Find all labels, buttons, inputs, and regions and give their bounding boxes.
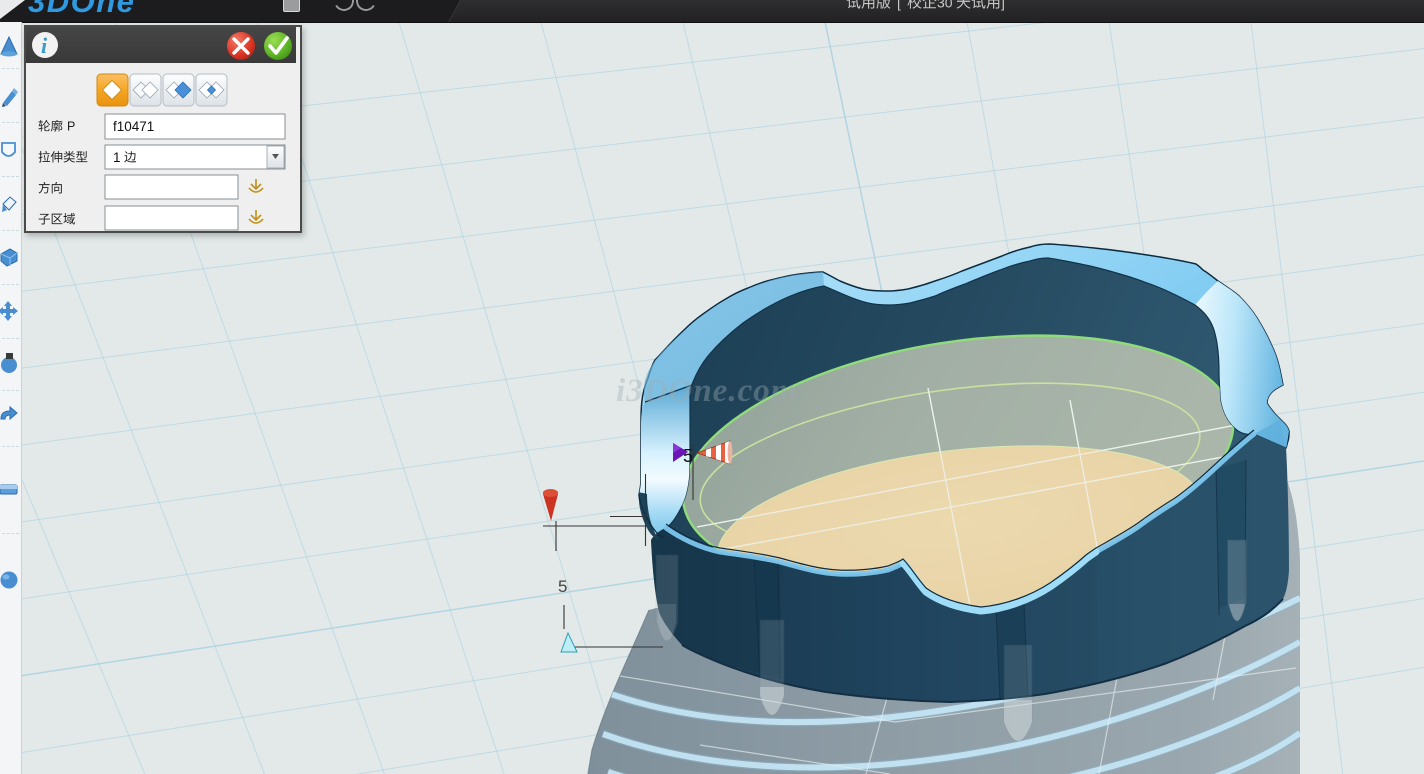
svg-text:P: P <box>67 120 75 134</box>
